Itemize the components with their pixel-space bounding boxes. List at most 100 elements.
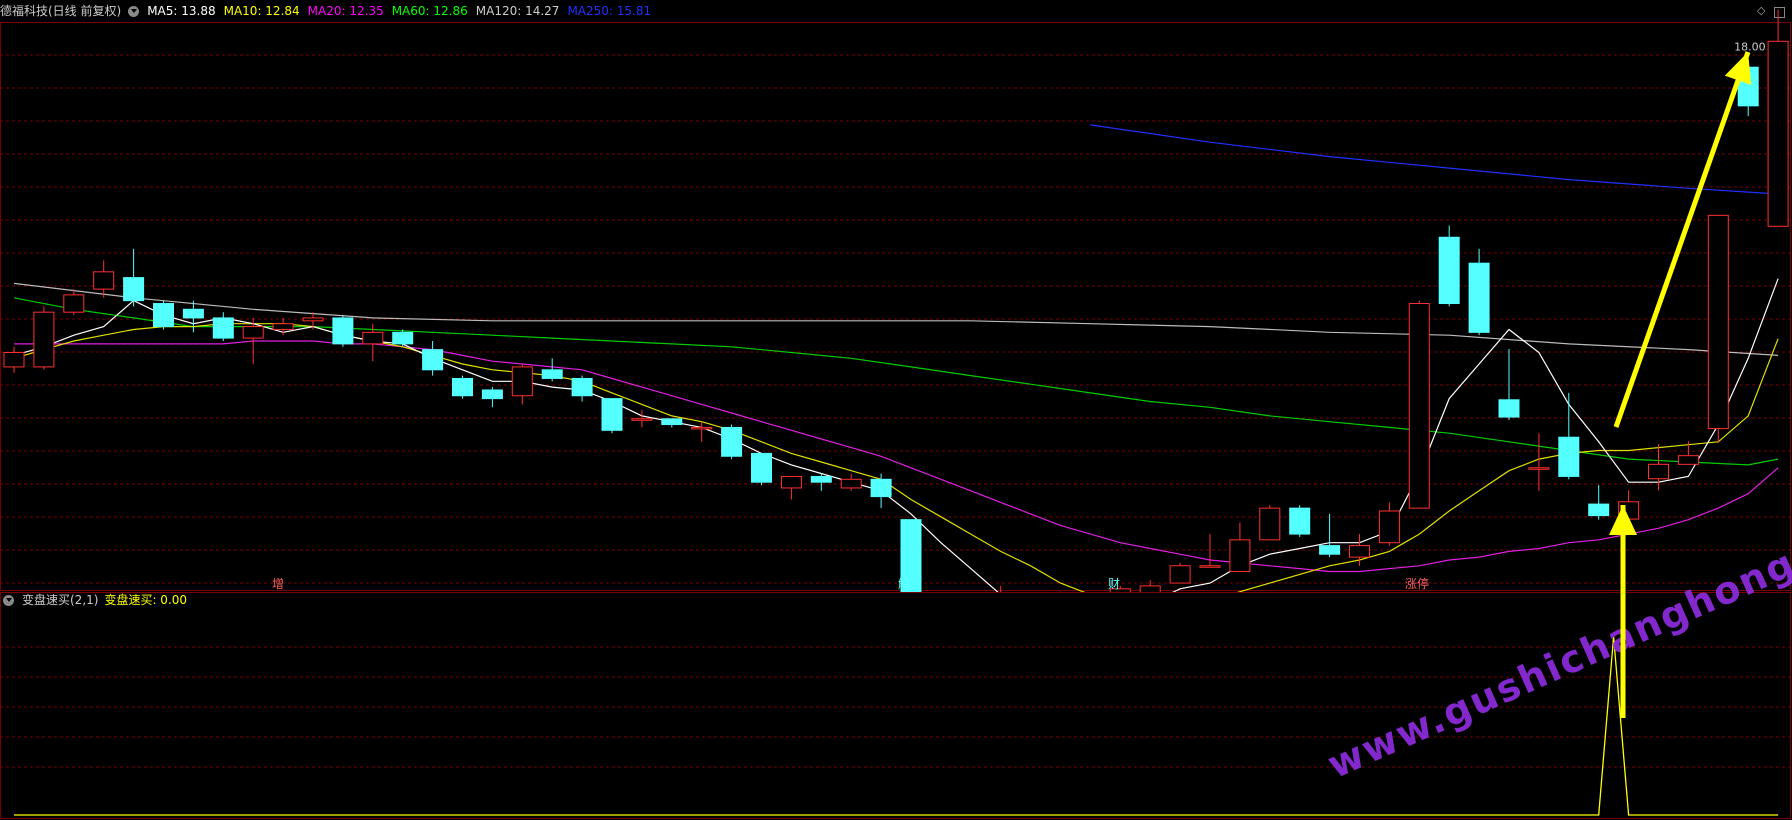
candle-26 [780, 475, 802, 500]
candle-body [870, 478, 892, 498]
candle-body [1677, 455, 1699, 465]
candle-body [661, 418, 683, 426]
candle-24 [721, 424, 743, 460]
candle-body [93, 271, 115, 290]
candle-body [212, 317, 234, 339]
candle-46 [1378, 502, 1400, 546]
candle-body [691, 426, 713, 430]
candle-body [721, 426, 743, 457]
candle-body [272, 323, 294, 330]
candle-body [392, 331, 414, 345]
candle-7 [212, 312, 234, 341]
candle-body [1767, 40, 1789, 227]
candle-body [511, 366, 533, 397]
candle-body [153, 303, 174, 328]
candle-body [1229, 539, 1251, 573]
candle-48 [1438, 225, 1460, 307]
event-marker-1[interactable]: 解 [898, 575, 910, 592]
candle-27 [810, 473, 832, 491]
candle-body [332, 317, 354, 345]
candle-47 [1408, 300, 1430, 509]
candle-2 [63, 289, 85, 316]
candle-57 [1707, 214, 1729, 444]
candle-body [1378, 510, 1400, 544]
candle-14 [422, 340, 444, 376]
ma60-line [13, 297, 1779, 466]
candle-body [1259, 507, 1281, 541]
candle-54 [1618, 490, 1640, 524]
candle-29 [870, 473, 892, 509]
candle-18 [541, 358, 563, 382]
candle-3 [93, 260, 115, 298]
candle-body [362, 331, 384, 345]
candle-4 [123, 248, 145, 307]
candle-56 [1677, 441, 1699, 465]
candle-body [33, 311, 55, 368]
candle-38 [1139, 580, 1161, 592]
candle-11 [332, 315, 354, 347]
candle-body [1648, 463, 1669, 480]
candle-body [541, 369, 563, 379]
candle-15 [452, 375, 473, 399]
candle-body [1528, 467, 1550, 470]
candle-9 [272, 317, 294, 336]
candle-body [1498, 399, 1520, 418]
candle-25 [751, 452, 772, 486]
candle-body [601, 398, 623, 431]
candle-body [751, 452, 772, 483]
candle-43 [1289, 505, 1311, 537]
price-chart: 18.00←9.86 [0, 9, 1792, 592]
candle-body [1289, 507, 1311, 535]
candle-20 [601, 398, 623, 434]
candle-0 [3, 346, 25, 373]
candle-52 [1558, 392, 1580, 480]
candle-body [3, 352, 25, 368]
candle-body [1199, 565, 1221, 568]
candle-42 [1259, 505, 1281, 541]
candle-body [1558, 436, 1580, 477]
ma10-line [13, 323, 1779, 592]
indicator-chart [0, 592, 1792, 819]
event-marker-0[interactable]: 增 [272, 575, 284, 592]
candle-body [1169, 565, 1191, 584]
candle-body [810, 475, 832, 483]
candle-body [1408, 303, 1430, 509]
candle-body [1707, 214, 1729, 430]
candle-body [1438, 236, 1460, 305]
candle-body [242, 326, 264, 339]
candle-body [481, 389, 503, 400]
event-marker-2[interactable]: 财 [1108, 575, 1120, 592]
candle-28 [840, 473, 862, 491]
candle-19 [571, 375, 593, 402]
candle-body [302, 317, 324, 322]
candle-body [1319, 545, 1341, 555]
candle-1 [33, 306, 55, 370]
candle-body [571, 377, 593, 397]
price-frame [0, 22, 1791, 591]
candle-17 [511, 364, 533, 405]
high-price-label: 18.00 [1734, 40, 1766, 53]
candle-body [123, 277, 145, 302]
ma250-line [1090, 124, 1779, 195]
candle-59 [1767, 9, 1789, 227]
candle-40 [1199, 534, 1221, 568]
candle-body [452, 377, 473, 397]
candle-13 [392, 329, 414, 347]
candle-body [422, 349, 444, 371]
candle-23 [691, 421, 713, 442]
candle-body [63, 294, 85, 313]
candle-body [182, 308, 204, 319]
candle-body [840, 478, 862, 489]
candle-53 [1588, 485, 1610, 520]
candle-16 [481, 387, 503, 408]
candle-44 [1319, 513, 1341, 558]
candle-body [780, 475, 802, 489]
candle-body [631, 418, 653, 421]
candle-49 [1468, 248, 1490, 336]
ma20-line [14, 340, 1779, 573]
candle-22 [661, 418, 683, 428]
event-marker-3[interactable]: 涨停 [1405, 575, 1429, 592]
candle-39 [1169, 562, 1191, 584]
candle-41 [1229, 522, 1251, 573]
candle-body [1468, 262, 1490, 333]
